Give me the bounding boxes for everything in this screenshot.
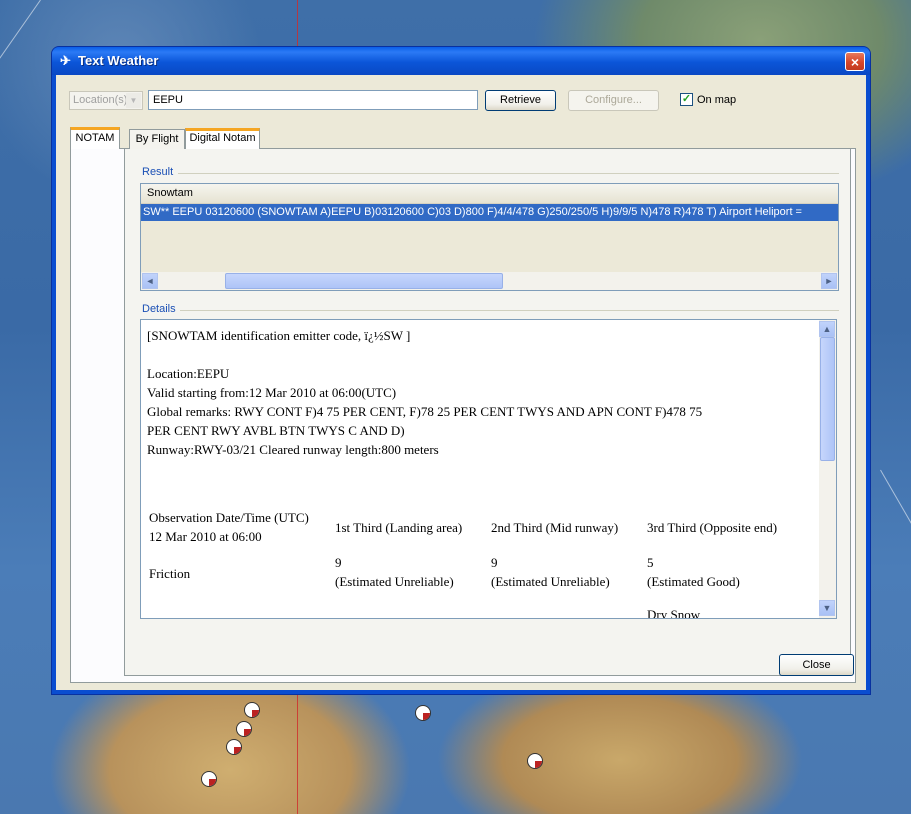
valid-line: Valid starting from:12 Mar 2010 at 06:00… <box>147 385 397 400</box>
contaminant-text: Dry Snow <box>647 607 701 619</box>
weather-station-marker[interactable] <box>201 771 217 787</box>
on-map-checkbox[interactable]: ✓ <box>680 93 693 106</box>
on-map-label[interactable]: On map <box>697 94 736 106</box>
tab-by-flight[interactable]: By Flight <box>129 129 185 149</box>
vertical-scrollbar[interactable]: ▲ ▼ <box>819 320 836 618</box>
horizontal-scrollbar[interactable]: ◄ ► <box>141 272 838 290</box>
close-button[interactable]: Close <box>779 654 854 676</box>
weather-station-marker[interactable] <box>226 739 242 755</box>
divider <box>178 173 839 174</box>
friction-desc: (Estimated Unreliable) <box>335 574 454 589</box>
window-title: Text Weather <box>78 53 159 68</box>
location-combo: Location(s) ▼ <box>69 91 143 110</box>
weather-station-marker[interactable] <box>244 702 260 718</box>
chevron-down-icon[interactable]: ▼ <box>819 600 835 616</box>
runway-line: Runway:RWY-03/21 Cleared runway length:8… <box>147 442 439 457</box>
friction-value: 9 <box>335 555 342 570</box>
details-text-area[interactable]: [SNOWTAM identification emitter code, ï¿… <box>140 319 837 619</box>
chevron-left-icon[interactable]: ◄ <box>142 273 158 289</box>
col-first-third: 1st Third (Landing area) <box>335 520 463 535</box>
location-combo-label: Location(s) <box>73 94 128 106</box>
col-second-third: 2nd Third (Mid runway) <box>491 520 619 535</box>
plane-icon: ✈ <box>60 53 71 68</box>
col-third-third: 3rd Third (Opposite end) <box>647 520 778 535</box>
remarks-line: Global remarks: RWY CONT F)4 75 PER CENT… <box>147 404 703 419</box>
weather-station-marker[interactable] <box>415 705 431 721</box>
column-header-snowtam[interactable]: Snowtam <box>141 184 838 204</box>
tab-digital-notam[interactable]: Digital Notam <box>185 128 260 149</box>
weather-station-marker[interactable] <box>527 753 543 769</box>
location-line: Location:EEPU <box>147 366 230 381</box>
divider <box>180 310 839 311</box>
chevron-down-icon: ▼ <box>126 93 141 108</box>
scroll-thumb[interactable] <box>225 273 503 289</box>
remarks-line-cont: PER CENT RWY AVBL BTN TWYS C AND D) <box>147 423 405 438</box>
friction-desc: (Estimated Unreliable) <box>491 574 610 589</box>
configure-button: Configure... <box>568 90 659 111</box>
table-row[interactable]: SW** EEPU 03120600 (SNOWTAM A)EEPU B)031… <box>141 204 838 221</box>
chevron-up-icon[interactable]: ▲ <box>819 321 835 337</box>
snowtam-identification: [SNOWTAM identification emitter code, ï¿… <box>147 328 411 343</box>
close-icon[interactable]: × <box>845 52 865 71</box>
dialog-client: Location(s) ▼ EEPU Retrieve Configure...… <box>56 75 866 690</box>
details-group-label: Details <box>142 303 176 315</box>
result-group-label: Result <box>142 166 174 178</box>
friction-desc: (Estimated Good) <box>647 574 740 589</box>
graticule-line <box>880 469 911 575</box>
weather-station-marker[interactable] <box>236 721 252 737</box>
text-weather-window: ✈ Text Weather × Location(s) ▼ EEPU Retr… <box>52 47 870 694</box>
tab-notam[interactable]: NOTAM <box>70 127 120 149</box>
location-input[interactable]: EEPU <box>148 90 478 110</box>
obs-header: Observation Date/Time (UTC) <box>149 510 309 525</box>
friction-value: 9 <box>491 555 498 570</box>
retrieve-button[interactable]: Retrieve <box>485 90 556 111</box>
result-table[interactable]: Snowtam SW** EEPU 03120600 (SNOWTAM A)EE… <box>140 183 839 291</box>
title-bar[interactable]: ✈ Text Weather × <box>52 47 870 75</box>
scroll-thumb[interactable] <box>820 337 835 461</box>
graticule-line <box>0 0 41 124</box>
obs-value: 12 Mar 2010 at 06:00 <box>149 529 262 544</box>
friction-label: Friction <box>149 566 191 581</box>
friction-value: 5 <box>647 555 654 570</box>
chevron-right-icon[interactable]: ► <box>821 273 837 289</box>
